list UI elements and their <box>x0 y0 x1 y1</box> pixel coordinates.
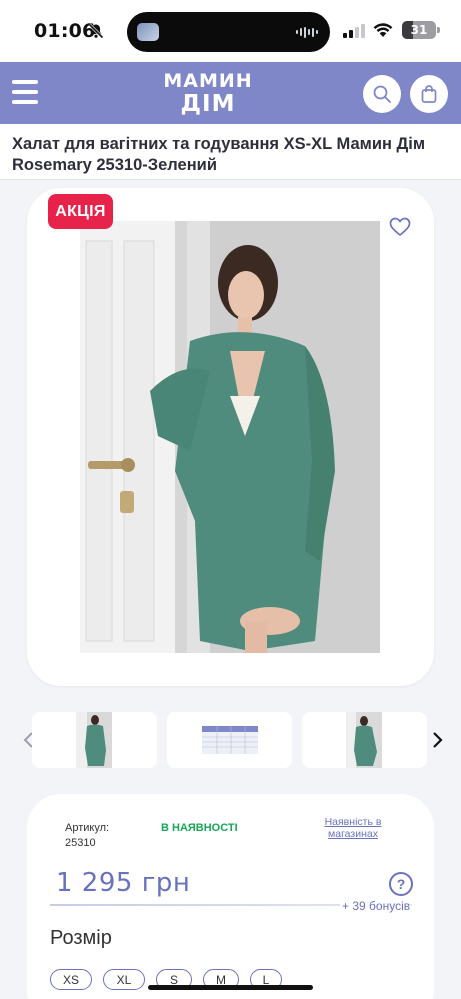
wifi-icon <box>373 23 393 37</box>
bonus-points: + 39 бонусів <box>340 899 411 913</box>
size-option-xs[interactable]: XS <box>50 969 92 990</box>
gallery-next-button[interactable] <box>428 726 448 754</box>
audio-wave-icon <box>296 26 318 38</box>
menu-icon-line <box>12 90 38 94</box>
price-help-button[interactable]: ? <box>389 872 413 896</box>
chevron-right-icon <box>433 732 443 748</box>
home-indicator[interactable] <box>148 985 313 990</box>
store-availability-link[interactable]: Наявність в магазинах <box>322 816 384 840</box>
dynamic-island <box>127 12 330 52</box>
product-title-bar: Халат для вагітних та годування XS-XL Ма… <box>0 124 461 180</box>
size-table-thumbnail <box>202 726 258 754</box>
search-icon <box>373 85 391 103</box>
status-time: 01:06 <box>34 20 96 42</box>
bell-slash-icon <box>88 23 104 39</box>
status-bar: 01:06 31 <box>0 0 461 62</box>
site-header: МАМИН ДІМ <box>0 62 461 124</box>
menu-button[interactable] <box>12 80 38 104</box>
thumbnail-photo-1 <box>76 712 112 768</box>
product-price: 1 295 грн <box>56 868 191 898</box>
sale-badge: АКЦІЯ <box>48 194 113 229</box>
gallery-thumbnail-2[interactable] <box>167 712 292 768</box>
stock-status: В НАЯВНОСТІ <box>161 822 238 834</box>
size-label: Розмір <box>50 927 112 949</box>
battery-percent: 31 <box>410 23 428 37</box>
logo-line-1: МАМИН <box>163 70 253 92</box>
size-option-xl[interactable]: XL <box>103 969 145 990</box>
article-value: 25310 <box>65 837 96 849</box>
shopping-bag-icon <box>421 85 437 103</box>
signal-icon <box>343 22 367 38</box>
menu-icon-line <box>12 100 38 104</box>
gallery-thumbnail-1[interactable] <box>32 712 157 768</box>
product-main-photo[interactable] <box>80 221 380 653</box>
site-logo[interactable]: МАМИН ДІМ <box>162 70 254 118</box>
battery-cap <box>437 27 440 33</box>
cart-button[interactable] <box>410 75 448 113</box>
battery-icon: 31 <box>402 21 436 39</box>
gallery-thumbnail-3[interactable] <box>302 712 427 768</box>
search-button[interactable] <box>363 75 401 113</box>
thumbnail-photo-3 <box>346 712 382 768</box>
product-photo-illustration <box>80 221 380 653</box>
now-playing-artwork <box>137 23 159 41</box>
menu-icon-line <box>12 80 38 84</box>
article-label: Артикул: <box>65 822 110 834</box>
heart-icon <box>389 217 411 237</box>
product-title: Халат для вагітних та годування XS-XL Ма… <box>12 135 426 174</box>
favorite-button[interactable] <box>382 211 418 243</box>
logo-line-2: ДІМ <box>180 91 236 117</box>
